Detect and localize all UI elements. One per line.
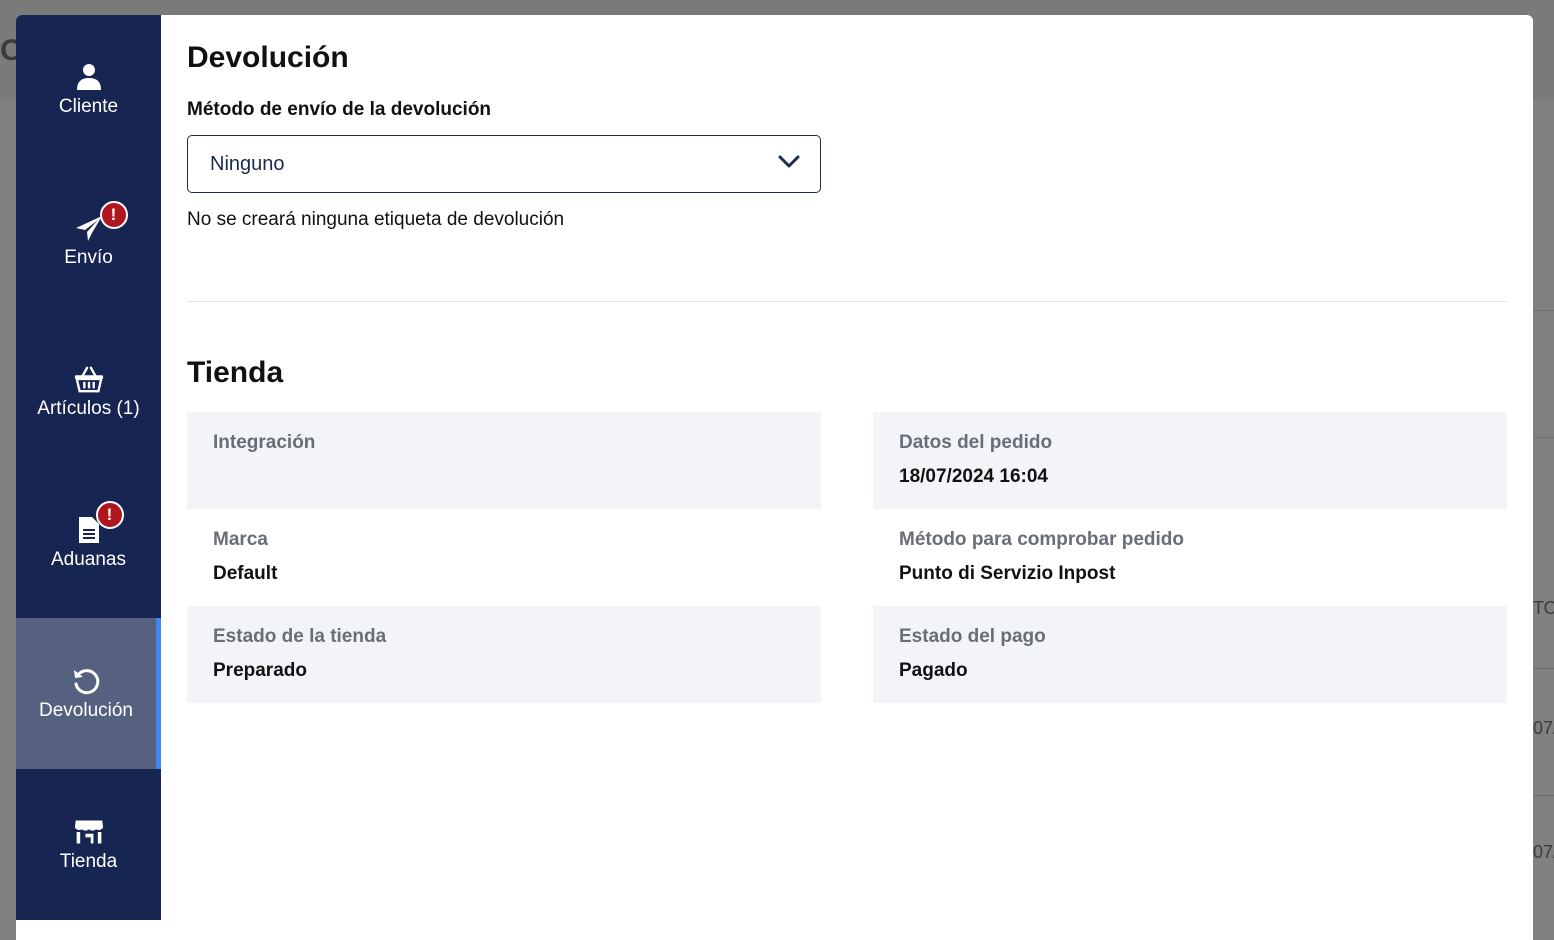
section-divider — [187, 301, 1507, 302]
info-label: Método para comprobar pedido — [899, 529, 1185, 550]
info-cell-estado-pago: Estado del pago Pagado — [873, 606, 1507, 703]
return-method-helper: No se creará ninguna etiqueta de devoluc… — [187, 209, 565, 230]
info-label: Integración — [213, 432, 316, 453]
info-cell-estado-tienda: Estado de la tienda Preparado — [187, 606, 821, 703]
background-divider — [1533, 310, 1554, 311]
sidebar-item-articulos[interactable]: Artículos (1) — [16, 317, 161, 468]
return-method-value: Ninguno — [210, 152, 285, 175]
info-value: Pagado — [899, 660, 968, 681]
tienda-section-title: Tienda — [187, 356, 284, 389]
background-divider — [1533, 668, 1554, 669]
modal-sidebar: Cliente ! Envío Artículos (1) ! Aduanas — [16, 15, 161, 920]
alert-badge: ! — [95, 500, 124, 529]
sidebar-item-label: Devolución — [39, 699, 133, 721]
store-icon — [74, 817, 104, 847]
modal-content: Devolución Método de envío de la devoluc… — [161, 15, 1533, 940]
sidebar-item-tienda[interactable]: Tienda — [16, 769, 161, 920]
sidebar-item-cliente[interactable]: Cliente — [16, 15, 161, 166]
store-info-grid: Integración Datos del pedido 18/07/2024 … — [187, 412, 1507, 703]
sidebar-item-label: Cliente — [58, 96, 119, 118]
return-method-select[interactable]: Ninguno — [187, 135, 821, 193]
sidebar-item-label: Artículos (1) — [37, 398, 140, 420]
info-label: Estado de la tienda — [213, 626, 387, 647]
chevron-down-icon — [778, 155, 800, 174]
sidebar-item-label: Tienda — [59, 850, 118, 872]
info-cell-integracion: Integración — [187, 412, 821, 509]
paper-plane-icon: ! — [74, 201, 128, 243]
basket-icon — [74, 364, 104, 394]
document-icon: ! — [74, 500, 124, 545]
sidebar-item-aduanas[interactable]: ! Aduanas — [16, 467, 161, 618]
return-method-label: Método de envío de la devolución — [187, 99, 492, 120]
order-detail-modal: Cliente ! Envío Artículos (1) ! Aduanas — [16, 15, 1533, 940]
sidebar-item-envio[interactable]: ! Envío — [16, 166, 161, 317]
alert-badge: ! — [99, 201, 128, 230]
info-value: 18/07/2024 16:04 — [899, 466, 1048, 487]
background-divider — [1533, 795, 1554, 796]
user-icon — [74, 62, 104, 92]
sidebar-item-devolucion[interactable]: Devolución — [16, 618, 161, 770]
devolucion-section-title: Devolución — [187, 41, 349, 74]
info-value: Preparado — [213, 660, 307, 681]
info-value: Default — [213, 563, 278, 584]
background-column-fragment: TOS — [1533, 598, 1554, 618]
return-icon — [71, 666, 101, 696]
info-label: Estado del pago — [899, 626, 1046, 647]
info-label: Datos del pedido — [899, 432, 1053, 453]
info-cell-metodo-comprobar: Método para comprobar pedido Punto di Se… — [873, 509, 1507, 606]
info-cell-marca: Marca Default — [187, 509, 821, 606]
background-divider — [1533, 437, 1554, 438]
info-value: Punto di Servizio Inpost — [899, 563, 1116, 584]
sidebar-item-label: Aduanas — [50, 548, 126, 570]
info-value — [213, 466, 795, 488]
info-label: Marca — [213, 529, 268, 550]
info-cell-datos-pedido: Datos del pedido 18/07/2024 16:04 — [873, 412, 1507, 509]
sidebar-item-label: Envío — [64, 247, 113, 269]
background-date-fragment: 07/ — [1533, 718, 1554, 738]
background-date-fragment: 07/ — [1533, 842, 1554, 862]
